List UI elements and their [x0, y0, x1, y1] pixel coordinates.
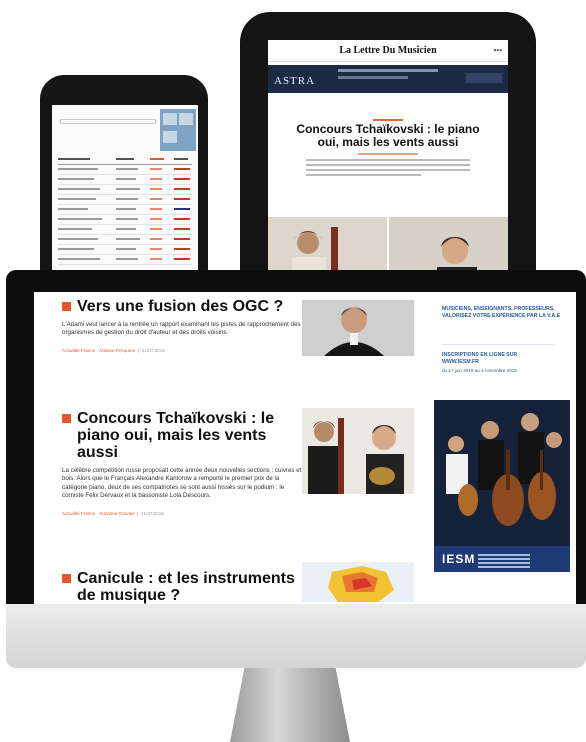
article-meta: Actualité France · Suzanne Gervais | 21/…	[62, 510, 164, 516]
article-card[interactable]: Vers une fusion des OGC ? L'Adami veut l…	[62, 298, 302, 353]
phone-device	[40, 75, 208, 295]
tablet-article-body	[268, 159, 508, 176]
article-photo-map[interactable]	[302, 562, 414, 602]
banner-line	[338, 76, 408, 79]
thumb	[163, 113, 177, 125]
monitor-chin	[6, 604, 586, 668]
article-photo-man[interactable]	[302, 300, 414, 356]
sidebar-ad-iesm[interactable]: IESM	[434, 400, 570, 572]
article-title[interactable]: Concours Tchaïkovski : le piano oui, mai…	[62, 410, 302, 461]
tablet-logo-text: La Lettre Du Musicien	[339, 45, 437, 56]
ad-footer: IESM	[434, 546, 570, 572]
table-row[interactable]	[58, 165, 192, 175]
table-row[interactable]	[58, 215, 192, 225]
article-title[interactable]: Canicule : et les instruments de musique…	[62, 570, 302, 604]
article-title[interactable]: Vers une fusion des OGC ?	[62, 298, 302, 315]
article-date: 21/07/2019	[140, 510, 164, 516]
article-author[interactable]: Actualité France · Suzanne Gervais	[62, 511, 135, 516]
tablet-article-meta	[358, 153, 418, 155]
table-row[interactable]	[58, 195, 192, 205]
table-row[interactable]	[58, 155, 192, 165]
desktop-monitor: Vers une fusion des OGC ? L'Adami veut l…	[6, 270, 586, 622]
table-row[interactable]	[58, 205, 192, 215]
article-author[interactable]: Actualité France · Antoine Pecqueur	[62, 348, 136, 353]
monitor-stand	[230, 668, 350, 742]
phone-thumbnails[interactable]	[160, 109, 196, 151]
sidebar-promo-inscriptions[interactable]: INSCRIPTIONS EN LIGNE SUR WWW.IESM.FR	[442, 352, 552, 365]
tablet-article-title[interactable]: Concours Tchaïkovski : le piano oui, mai…	[268, 123, 508, 149]
article-bullet-icon	[62, 574, 71, 583]
article-card[interactable]: Concours Tchaïkovski : le piano oui, mai…	[62, 410, 302, 516]
article-summary: L'Adami veut lancer à la rentrée un rapp…	[62, 321, 301, 337]
sidebar-promo-dates: du 17 juin 2019 au 4 novembre 2019	[442, 368, 517, 373]
banner-line	[338, 69, 438, 72]
tablet-ad-banner[interactable]: ASTRA	[268, 65, 508, 93]
sidebar: MUSICIENS, ENSEIGNANTS, PROFESSEURS, VAL…	[430, 292, 576, 622]
article-meta: Actualité France · Antoine Pecqueur | 21…	[62, 347, 165, 353]
sidebar-promo-vae[interactable]: MUSICIENS, ENSEIGNANTS, PROFESSEURS, VAL…	[442, 306, 562, 319]
article-summary: La célèbre compétition russe proposait c…	[62, 467, 302, 500]
tablet-device: La Lettre Du Musicien ••• ASTRA Concours…	[240, 12, 536, 288]
ad-tagline	[478, 552, 530, 570]
tablet-screen: La Lettre Du Musicien ••• ASTRA Concours…	[268, 40, 508, 288]
article-date: 21/07/2019	[141, 347, 165, 353]
tablet-site-logo[interactable]: La Lettre Du Musicien •••	[268, 40, 508, 62]
divider	[442, 344, 554, 345]
tablet-kicker	[373, 119, 403, 121]
monitor-screen: Vers une fusion des OGC ? L'Adami veut l…	[34, 292, 576, 622]
menu-icon[interactable]: •••	[494, 40, 502, 62]
table-row[interactable]	[58, 245, 192, 255]
orchestra-photo	[434, 400, 570, 546]
thumb	[179, 113, 193, 125]
banner-logo	[466, 73, 502, 83]
table-row[interactable]	[58, 255, 192, 265]
phone-table	[58, 155, 192, 265]
iesm-logo: IESM	[442, 552, 476, 566]
article-photo-duo[interactable]	[302, 408, 414, 494]
tablet-banner-word: ASTRA	[274, 75, 316, 87]
phone-search-input[interactable]	[60, 119, 156, 124]
table-row[interactable]	[58, 185, 192, 195]
table-row[interactable]	[58, 225, 192, 235]
thumb	[163, 131, 177, 143]
article-card[interactable]: Canicule : et les instruments de musique…	[62, 570, 302, 604]
article-bullet-icon	[62, 414, 71, 423]
table-row[interactable]	[58, 175, 192, 185]
phone-screen	[52, 105, 198, 295]
table-row[interactable]	[58, 235, 192, 245]
article-bullet-icon	[62, 302, 71, 311]
